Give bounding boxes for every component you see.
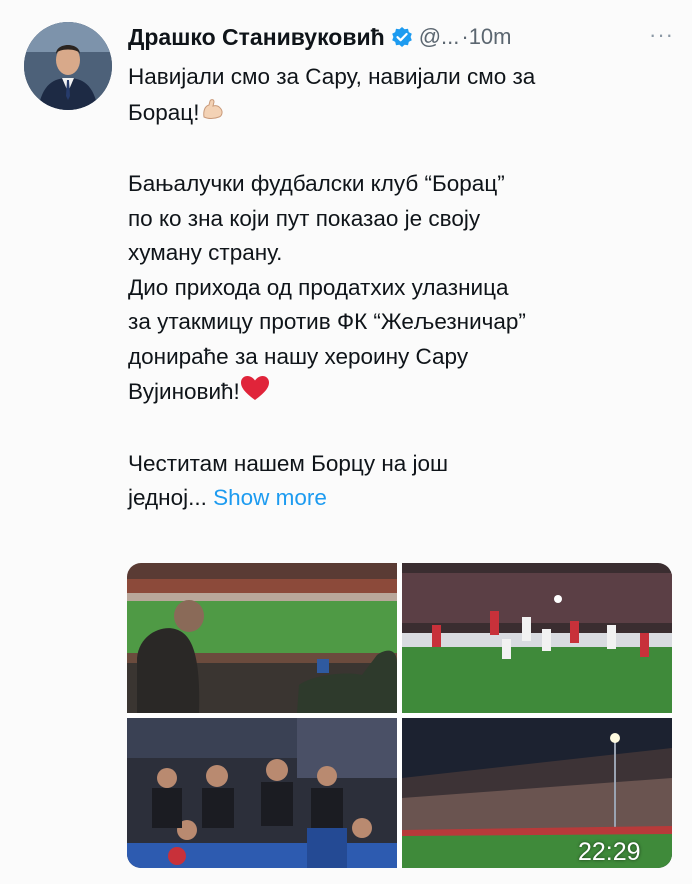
- red-heart-icon: [240, 374, 270, 413]
- more-options-icon[interactable]: ···: [649, 22, 674, 48]
- time-separator: ·: [461, 24, 469, 49]
- screenshot-clock: 22:29: [578, 838, 641, 866]
- tweet-line: једној... Show more: [128, 481, 678, 516]
- media-photo-fans[interactable]: [127, 718, 397, 868]
- tweet-line-text: Вујиновић!: [128, 379, 240, 405]
- tweet-line: Честитам нашем Борцу на још: [128, 450, 449, 476]
- tweet-line-text: једној...: [128, 485, 207, 510]
- tweet-line-text: Борац!: [128, 99, 200, 125]
- show-more-link[interactable]: Show more: [213, 485, 327, 510]
- avatar-photo: [24, 22, 112, 110]
- tweet-header: Драшко Станивуковић @... · 10m: [128, 20, 511, 54]
- tweet-line: Вујиновић!: [128, 374, 678, 413]
- flexed-biceps-icon: [199, 95, 227, 134]
- tweet-line: хуману страну.: [128, 240, 283, 265]
- media-photo-match-action[interactable]: [402, 563, 672, 713]
- tweet-media-grid: [127, 563, 672, 868]
- author-avatar[interactable]: [24, 22, 112, 110]
- tweet-line: донираће за нашу хероину Сару: [128, 343, 469, 369]
- tweet-line: Бањалучки фудбалски клуб “Борац”: [128, 171, 505, 196]
- tweet-body: Навијали смо за Сару, навијали смо за Бо…: [128, 60, 678, 516]
- tweet-card[interactable]: Драшко Станивуковић @... · 10m ··· Навиј…: [0, 0, 692, 884]
- verified-badge-icon: [391, 26, 413, 48]
- tweet-line: Навијали смо за Сару, навијали смо за: [128, 64, 536, 89]
- tweet-line: по ко зна који пут показао је своју: [128, 205, 481, 231]
- author-name[interactable]: Драшко Станивуковић: [128, 24, 385, 51]
- tweet-time[interactable]: 10m: [469, 24, 512, 50]
- author-handle[interactable]: @...: [419, 24, 460, 50]
- media-photo-stadium-stands[interactable]: [127, 563, 397, 713]
- tweet-line: за утакмицу против ФК “Жељезничар”: [128, 309, 526, 334]
- tweet-line: Дио прихода од продатхих улазница: [128, 274, 509, 300]
- tweet-line: Борац!: [128, 95, 678, 134]
